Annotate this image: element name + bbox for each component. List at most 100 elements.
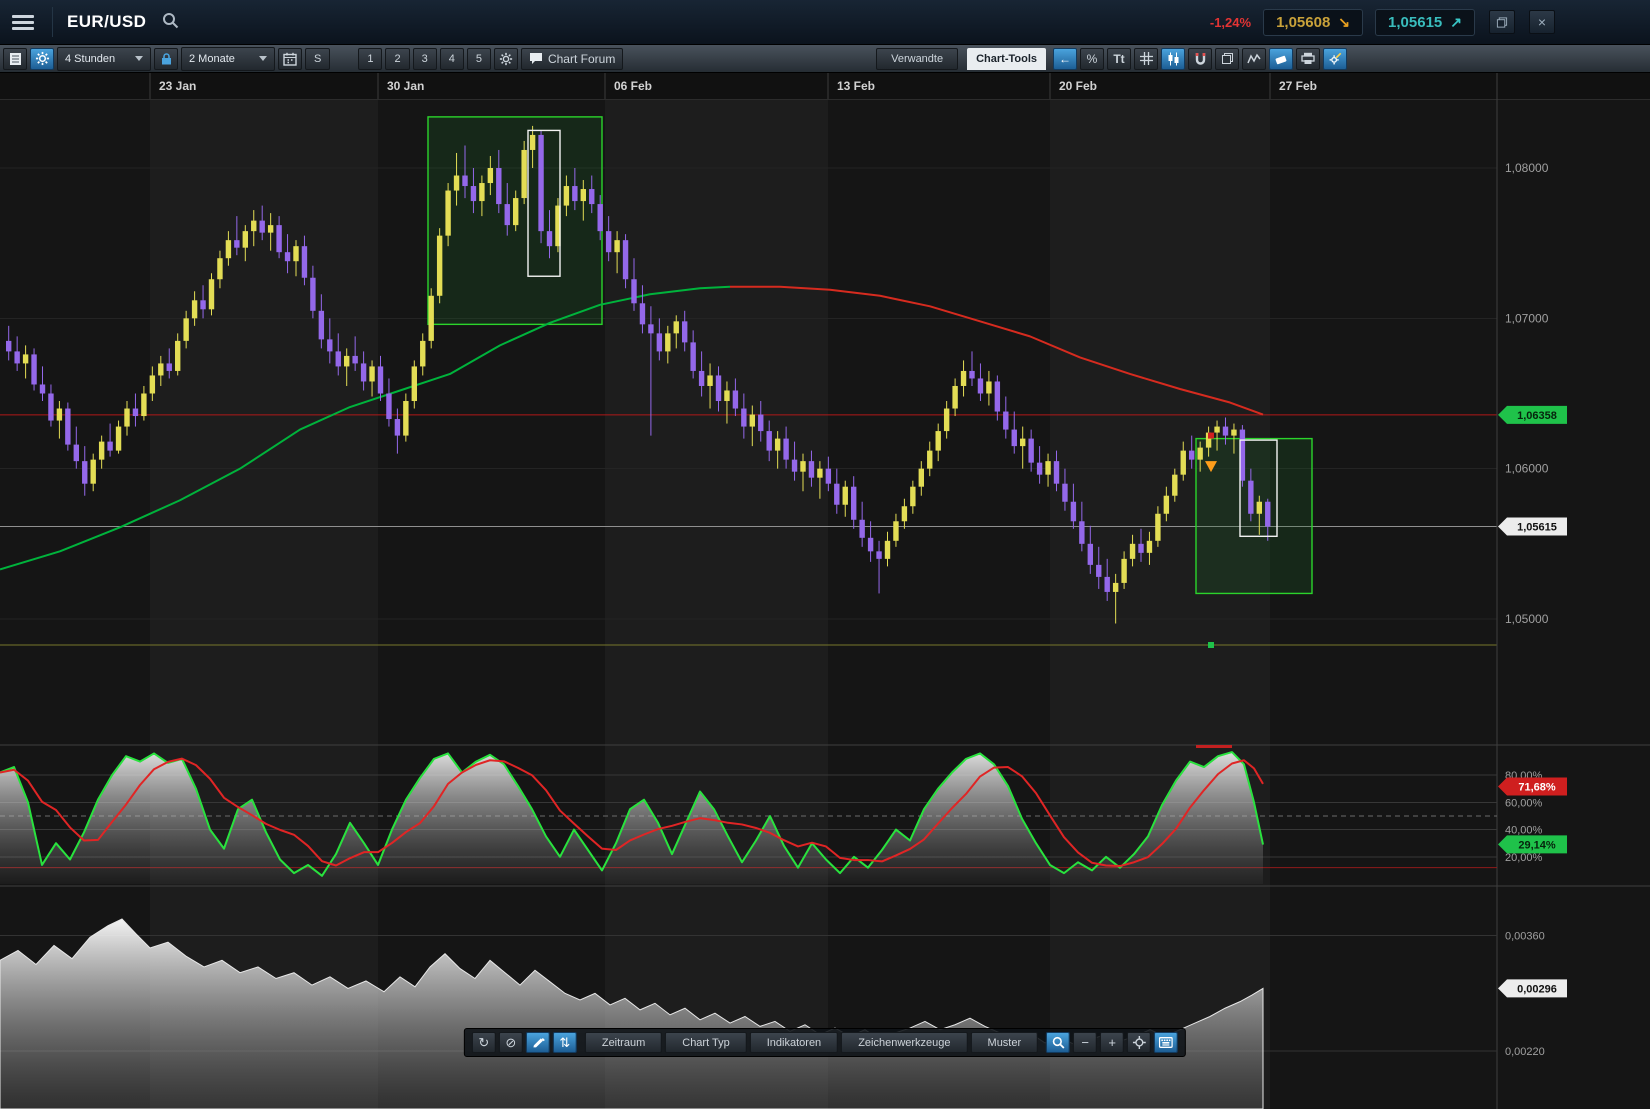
candle-body	[167, 363, 172, 371]
sort-arrows-icon[interactable]: ⇅	[553, 1032, 577, 1053]
keyboard-icon[interactable]	[1154, 1032, 1178, 1053]
stochastic-k-badge-label: 29,14%	[1518, 839, 1556, 851]
buy-price-button[interactable]: 1,05615 ↗	[1375, 9, 1475, 36]
sell-price-button[interactable]: 1,05608 ↘	[1263, 9, 1363, 36]
pencil-icon[interactable]	[526, 1032, 550, 1053]
candle-body	[209, 279, 214, 309]
no-drawing-icon[interactable]: ⊘	[499, 1032, 523, 1053]
date-label: 06 Feb	[614, 79, 652, 93]
zoom-level-5[interactable]: 5	[467, 48, 491, 70]
price-up-arrow-icon: ↗	[1450, 14, 1462, 31]
candle-body	[1231, 430, 1236, 436]
candle-body	[1265, 502, 1270, 527]
percent-icon[interactable]: %	[1080, 48, 1104, 70]
zoom-out-icon[interactable]: −	[1073, 1032, 1097, 1053]
candle-body	[488, 168, 493, 183]
candle-body	[665, 333, 670, 351]
candle-body	[589, 189, 594, 204]
chart-list-icon[interactable]	[3, 48, 27, 70]
close-icon[interactable]: ×	[1529, 10, 1555, 34]
chart-options-gear-icon[interactable]	[1323, 48, 1347, 70]
candle-body	[82, 461, 87, 484]
candle-body	[150, 375, 155, 393]
chart-settings-gear-icon[interactable]	[30, 48, 54, 70]
candle-body	[682, 321, 687, 342]
candle-body	[445, 191, 450, 236]
maximize-icon[interactable]	[1489, 10, 1515, 34]
candle-body	[944, 409, 949, 432]
candle-body	[1248, 481, 1253, 514]
atr-axis-label: 0,00220	[1505, 1046, 1545, 1058]
order-square-marker[interactable]	[1208, 642, 1214, 648]
candle-body	[936, 431, 941, 451]
oscillator-axis-label: 60,00%	[1505, 797, 1543, 809]
bottom-button-zeitraum[interactable]: Zeitraum	[585, 1032, 662, 1053]
printer-icon[interactable]	[1296, 48, 1320, 70]
crosshair-icon[interactable]	[1127, 1032, 1151, 1053]
candle-body	[834, 484, 839, 505]
range-dropdown[interactable]: 2 Monate	[181, 47, 275, 71]
candle-body	[817, 469, 822, 478]
candle-body	[741, 409, 746, 427]
refresh-icon[interactable]: ↻	[472, 1032, 496, 1053]
related-button[interactable]: Verwandte	[876, 48, 958, 70]
bottom-button-indikatoren[interactable]: Indikatoren	[750, 1032, 838, 1053]
bottom-button-chart-typ[interactable]: Chart Typ	[665, 1032, 747, 1053]
price-axis-label: 1,05000	[1505, 612, 1549, 626]
candle-body	[521, 150, 526, 198]
tick-chart-button[interactable]: S	[305, 48, 330, 70]
candle-body	[995, 381, 1000, 411]
candle-body	[74, 445, 79, 462]
candle-body	[1096, 565, 1101, 577]
candle-body	[1189, 451, 1194, 460]
candle-body	[505, 204, 510, 225]
candlestick-type-icon[interactable]	[1161, 48, 1185, 70]
candle-body	[800, 461, 805, 472]
calendar-icon[interactable]	[278, 48, 302, 70]
bottom-button-muster[interactable]: Muster	[971, 1032, 1039, 1053]
lock-icon[interactable]	[154, 48, 178, 70]
timeframe-dropdown[interactable]: 4 Stunden	[57, 47, 151, 71]
candle-body	[1020, 439, 1025, 447]
gear-icon[interactable]	[494, 48, 518, 70]
zigzag-pattern-icon[interactable]	[1242, 48, 1266, 70]
layers-icon[interactable]	[1215, 48, 1239, 70]
candle-body	[293, 246, 298, 261]
magnet-icon[interactable]	[1188, 48, 1212, 70]
candle-body	[859, 520, 864, 538]
chart-tools-tab[interactable]: Chart-Tools	[967, 48, 1046, 70]
zoom-level-4[interactable]: 4	[440, 48, 464, 70]
zoom-search-icon[interactable]	[1046, 1032, 1070, 1053]
order-square-marker[interactable]	[1208, 433, 1214, 439]
zoom-in-icon[interactable]: +	[1100, 1032, 1124, 1053]
candle-body	[1181, 451, 1186, 475]
eraser-icon[interactable]	[1269, 48, 1293, 70]
candle-body	[606, 231, 611, 252]
candle-body	[243, 231, 248, 248]
zoom-level-2[interactable]: 2	[385, 48, 409, 70]
zoom-level-group: 12345	[358, 48, 491, 70]
candle-body	[116, 427, 121, 451]
candle-body	[1214, 427, 1219, 433]
candle-body	[403, 401, 408, 436]
bottom-button-zeichenwerkzeuge[interactable]: Zeichenwerkzeuge	[841, 1032, 967, 1053]
menu-button[interactable]	[8, 9, 38, 35]
timeframe-value: 4 Stunden	[65, 53, 115, 65]
text-tool-icon[interactable]: Tt	[1107, 48, 1131, 70]
chart-forum-button[interactable]: Chart Forum	[521, 48, 623, 70]
titlebar: EUR/USD -1,24% 1,05608 ↘ 1,05615 ↗ ×	[0, 0, 1650, 45]
price-chart[interactable]: 23 Jan30 Jan06 Feb13 Feb20 Feb27 Feb1,08…	[0, 73, 1650, 1109]
chevron-down-icon	[259, 56, 267, 61]
search-icon[interactable]	[160, 10, 181, 34]
candle-body	[547, 231, 552, 246]
candle-body	[217, 258, 222, 279]
grid-icon[interactable]	[1134, 48, 1158, 70]
zoom-level-1[interactable]: 1	[358, 48, 382, 70]
candle-body	[6, 341, 11, 352]
oscillator-axis-label: 40,00%	[1505, 825, 1543, 837]
chart-area[interactable]: 23 Jan30 Jan06 Feb13 Feb20 Feb27 Feb1,08…	[0, 73, 1650, 1109]
back-arrow-icon[interactable]: ←	[1053, 48, 1077, 70]
candle-body	[302, 246, 307, 278]
zoom-level-3[interactable]: 3	[413, 48, 437, 70]
candle-body	[758, 415, 763, 432]
